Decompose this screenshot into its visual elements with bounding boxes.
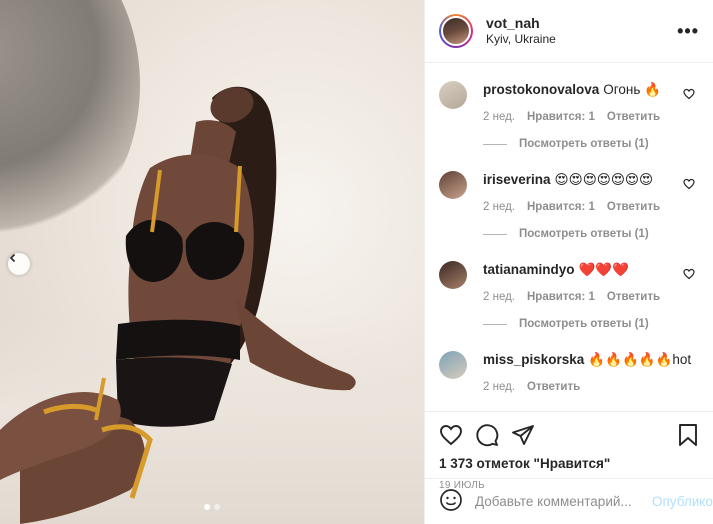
author-username[interactable]: vot_nah (486, 15, 556, 33)
comment-time[interactable]: 2 нед. (483, 111, 515, 123)
comment-item: iriseverina 😍😍😍😍😍😍😍 2 нед. Нравится: 1 От… (439, 171, 699, 240)
comment-time[interactable]: 2 нед. (483, 201, 515, 213)
carousel-dots (204, 504, 220, 510)
comment-bubble-icon[interactable] (475, 423, 499, 447)
comment-username[interactable]: prostokonovalova (483, 82, 599, 97)
comment-likes[interactable]: Нравится: 1 (527, 111, 595, 123)
view-replies-label: Посмотреть ответы (1) (519, 138, 649, 150)
avatar[interactable] (439, 261, 467, 289)
post-header: vot_nah Kyiv, Ukraine ••• (425, 0, 713, 63)
paper-plane-icon[interactable] (511, 423, 535, 447)
reply-button[interactable]: Ответить (607, 291, 660, 303)
heart-icon[interactable] (683, 177, 695, 193)
comment-username[interactable]: iriseverina (483, 172, 551, 187)
reply-button[interactable]: Ответить (527, 381, 580, 393)
comment-composer: Опубликовать (425, 478, 713, 524)
avatar[interactable] (439, 171, 467, 199)
comment-likes[interactable]: Нравится: 1 (527, 291, 595, 303)
view-replies-button[interactable]: Посмотреть ответы (1) (483, 138, 699, 150)
avatar[interactable] (439, 81, 467, 109)
comment-text: iriseverina 😍😍😍😍😍😍😍 (483, 171, 699, 189)
heart-icon[interactable] (683, 87, 695, 103)
comment-username[interactable]: tatianamindyo (483, 262, 575, 277)
view-replies-label: Посмотреть ответы (1) (519, 228, 649, 240)
comment-text: tatianamindyo ❤️❤️❤️ (483, 261, 699, 279)
view-replies-button[interactable]: Посмотреть ответы (1) (483, 318, 699, 330)
author-avatar[interactable] (439, 14, 473, 48)
comment-text: prostokonovalova Огонь 🔥 (483, 81, 699, 99)
comment-item: miss_piskorska 🔥🔥🔥🔥🔥hot 2 нед. Ответить (439, 351, 699, 393)
action-icons (439, 420, 699, 450)
comment-time[interactable]: 2 нед. (483, 381, 515, 393)
comment-likes[interactable]: Нравится: 1 (527, 201, 595, 213)
comment-time[interactable]: 2 нед. (483, 291, 515, 303)
comment-body: ❤️❤️❤️ (578, 262, 629, 277)
publish-button[interactable]: Опубликовать (652, 494, 713, 509)
comment-meta: 2 нед. Нравится: 1 Ответить (483, 111, 699, 123)
carousel-prev-button[interactable] (8, 253, 30, 275)
view-replies-label: Посмотреть ответы (1) (519, 318, 649, 330)
comment-meta: 2 нед. Нравится: 1 Ответить (483, 291, 699, 303)
comment-body: 😍😍😍😍😍😍😍 (554, 172, 654, 187)
more-dots-icon[interactable]: ••• (677, 21, 699, 42)
heart-icon[interactable] (439, 423, 463, 447)
comment-username[interactable]: miss_piskorska (483, 352, 584, 367)
view-replies-button[interactable]: Посмотреть ответы (1) (483, 228, 699, 240)
comments-list: prostokonovalova Огонь 🔥 2 нед. Нравится:… (425, 63, 713, 411)
comment-text: miss_piskorska 🔥🔥🔥🔥🔥hot (483, 351, 699, 369)
smiley-icon[interactable] (439, 488, 463, 515)
post-photo[interactable] (0, 0, 424, 524)
photo-figure (0, 86, 356, 524)
comment-item: prostokonovalova Огонь 🔥 2 нед. Нравится:… (439, 81, 699, 150)
comment-item: tatianamindyo ❤️❤️❤️ 2 нед. Нравится: 1 О… (439, 261, 699, 330)
reply-button[interactable]: Ответить (607, 201, 660, 213)
carousel-dot (204, 504, 210, 510)
carousel-dot (214, 504, 220, 510)
comment-meta: 2 нед. Нравится: 1 Ответить (483, 201, 699, 213)
comment-body: 🔥🔥🔥🔥🔥hot (588, 352, 692, 367)
reply-button[interactable]: Ответить (607, 111, 660, 123)
post-location[interactable]: Kyiv, Ukraine (486, 32, 556, 47)
likes-count[interactable]: 1 373 отметок "Нравится" (439, 456, 699, 471)
comment-input[interactable] (475, 494, 652, 509)
bookmark-icon[interactable] (677, 423, 699, 447)
post-side-panel: vot_nah Kyiv, Ukraine ••• prostokonovalo… (424, 0, 713, 524)
comment-meta: 2 нед. Ответить (483, 381, 699, 393)
instagram-post: vot_nah Kyiv, Ukraine ••• prostokonovalo… (0, 0, 713, 524)
heart-icon[interactable] (683, 267, 695, 283)
avatar[interactable] (439, 351, 467, 379)
comment-body: Огонь 🔥 (603, 82, 661, 97)
